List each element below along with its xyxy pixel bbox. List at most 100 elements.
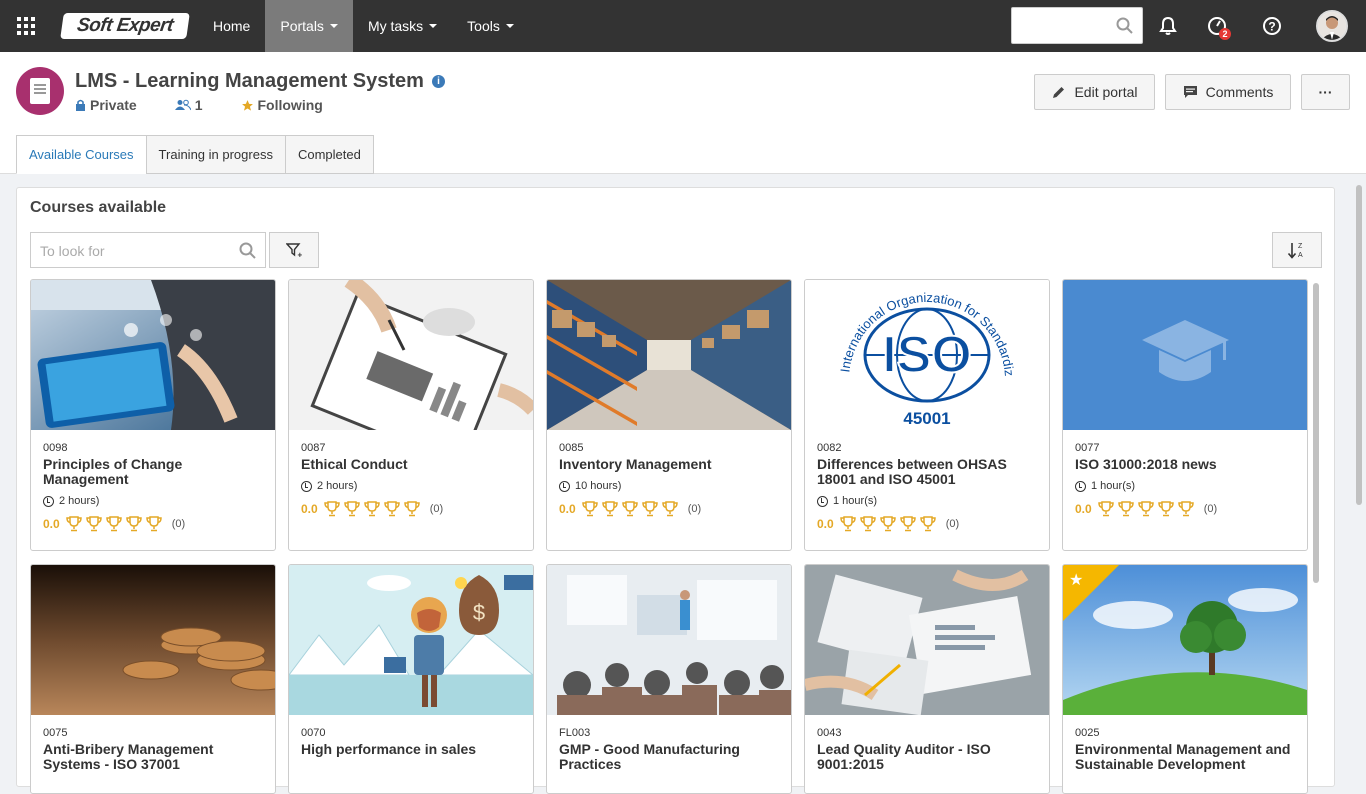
trophy-icon[interactable] bbox=[125, 516, 143, 532]
course-card[interactable]: ★ 0025 Environmental Management and Sust… bbox=[1062, 564, 1308, 794]
duration-text: 1 hour(s) bbox=[1091, 480, 1136, 492]
edit-portal-label: Edit portal bbox=[1074, 84, 1138, 100]
course-thumbnail[interactable] bbox=[805, 565, 1049, 715]
trophy-icon[interactable] bbox=[919, 516, 937, 532]
filter-icon: + bbox=[286, 243, 302, 258]
trophy-icon[interactable] bbox=[145, 516, 163, 532]
comments-button[interactable]: Comments bbox=[1165, 74, 1291, 110]
course-title[interactable]: Principles of Change Management bbox=[43, 457, 263, 487]
trophy-icon[interactable] bbox=[383, 501, 401, 517]
help-icon[interactable]: ? bbox=[1260, 14, 1284, 38]
rating-score: 0.0 bbox=[1075, 502, 1092, 516]
trophy-icon[interactable] bbox=[105, 516, 123, 532]
trophy-icon[interactable] bbox=[899, 516, 917, 532]
apps-grid-icon[interactable] bbox=[0, 0, 52, 52]
course-thumbnail[interactable] bbox=[547, 280, 791, 430]
course-card[interactable]: 0098 Principles of Change Management 2 h… bbox=[30, 279, 276, 551]
trophy-icon[interactable] bbox=[859, 516, 877, 532]
course-card[interactable]: 0075 Anti-Bribery Management Systems - I… bbox=[30, 564, 276, 794]
trophy-icon[interactable] bbox=[65, 516, 83, 532]
nav-my-tasks-label: My tasks bbox=[367, 18, 424, 34]
user-avatar[interactable] bbox=[1316, 10, 1348, 42]
cards-scrollbar[interactable] bbox=[1313, 281, 1319, 583]
course-thumbnail[interactable] bbox=[31, 565, 275, 715]
course-card[interactable]: 0085 Inventory Management 10 hours) 0.0 … bbox=[546, 279, 792, 551]
tab-available-courses[interactable]: Available Courses bbox=[16, 135, 147, 174]
course-title[interactable]: ISO 31000:2018 news bbox=[1075, 457, 1295, 472]
course-title[interactable]: Differences between OHSAS 18001 and ISO … bbox=[817, 457, 1037, 487]
course-code: 0085 bbox=[559, 442, 584, 454]
more-options-button[interactable]: ··· bbox=[1301, 74, 1350, 110]
favorite-star-icon[interactable]: ★ bbox=[1069, 570, 1083, 590]
lock-icon bbox=[76, 99, 85, 111]
softexpert-logo[interactable]: Soft Expert bbox=[60, 13, 190, 39]
course-thumbnail[interactable]: International Organization for Standardi… bbox=[805, 280, 1049, 430]
portal-title-text: LMS - Learning Management System bbox=[75, 70, 424, 92]
course-code: 0082 bbox=[817, 442, 842, 454]
course-card[interactable]: 0087 Ethical Conduct 2 hours) 0.0 (0) bbox=[288, 279, 534, 551]
iso-number-text: 45001 bbox=[903, 409, 950, 428]
tab-training-in-progress[interactable]: Training in progress bbox=[145, 135, 286, 174]
global-search-input[interactable] bbox=[1011, 7, 1143, 44]
cards-scrollbar-thumb[interactable] bbox=[1313, 283, 1319, 583]
course-thumbnail[interactable] bbox=[547, 565, 791, 715]
course-thumbnail[interactable]: $ bbox=[289, 565, 533, 715]
course-search-input[interactable]: To look for bbox=[30, 232, 266, 268]
trophy-icon[interactable] bbox=[1137, 501, 1155, 517]
clock-icon bbox=[817, 495, 828, 507]
course-card[interactable]: $ 0070 High performance in sales bbox=[288, 564, 534, 794]
nav-tools[interactable]: Tools bbox=[452, 0, 529, 52]
nav-portals[interactable]: Portals bbox=[265, 0, 353, 52]
portal-document-icon bbox=[16, 67, 64, 115]
course-code: 0043 bbox=[817, 727, 842, 739]
course-thumbnail[interactable]: ★ bbox=[1063, 565, 1307, 715]
trophy-icon[interactable] bbox=[323, 501, 341, 517]
page-scrollbar[interactable] bbox=[1356, 185, 1362, 505]
course-code: 0098 bbox=[43, 442, 68, 454]
course-title[interactable]: High performance in sales bbox=[301, 742, 521, 757]
trophy-icon[interactable] bbox=[621, 501, 639, 517]
members-indicator[interactable]: 1 bbox=[174, 97, 203, 113]
portal-tabs: Available Courses Training in progress C… bbox=[16, 135, 374, 174]
trophy-icon[interactable] bbox=[641, 501, 659, 517]
search-icon[interactable] bbox=[1116, 17, 1134, 35]
trophy-icon[interactable] bbox=[839, 516, 857, 532]
course-card[interactable]: 0077 ISO 31000:2018 news 1 hour(s) 0.0 (… bbox=[1062, 279, 1308, 551]
trophy-icon[interactable] bbox=[403, 501, 421, 517]
nav-my-tasks[interactable]: My tasks bbox=[353, 0, 452, 52]
info-icon[interactable]: i bbox=[431, 75, 445, 88]
course-card[interactable]: FL003 GMP - Good Manufacturing Practices bbox=[546, 564, 792, 794]
course-thumbnail[interactable] bbox=[289, 280, 533, 430]
iso-logo-text: ISO bbox=[882, 326, 972, 384]
privacy-indicator: Private bbox=[75, 97, 137, 113]
course-card[interactable]: 0043 Lead Quality Auditor - ISO 9001:201… bbox=[804, 564, 1050, 794]
speedometer-icon[interactable]: 2 bbox=[1205, 14, 1231, 40]
tab-completed[interactable]: Completed bbox=[284, 135, 374, 174]
course-title[interactable]: Ethical Conduct bbox=[301, 457, 521, 472]
trophy-icon[interactable] bbox=[581, 501, 599, 517]
svg-text:Z: Z bbox=[1298, 243, 1303, 250]
trophy-icon[interactable] bbox=[1097, 501, 1115, 517]
following-indicator[interactable]: Following bbox=[241, 97, 323, 113]
filter-button[interactable]: + bbox=[269, 232, 319, 268]
trophy-icon[interactable] bbox=[363, 501, 381, 517]
trophy-icon[interactable] bbox=[601, 501, 619, 517]
course-code: 0087 bbox=[301, 442, 326, 454]
nav-home[interactable]: Home bbox=[198, 0, 265, 52]
more-options-label: ··· bbox=[1318, 84, 1333, 100]
course-thumbnail[interactable] bbox=[1063, 280, 1307, 430]
course-thumbnail[interactable] bbox=[31, 280, 275, 430]
trophy-icon[interactable] bbox=[343, 501, 361, 517]
sort-button[interactable]: ZA bbox=[1272, 232, 1322, 268]
course-title[interactable]: Inventory Management bbox=[559, 457, 779, 472]
search-icon[interactable] bbox=[239, 242, 257, 260]
trophy-icon[interactable] bbox=[1157, 501, 1175, 517]
edit-portal-button[interactable]: Edit portal bbox=[1034, 74, 1155, 110]
trophy-icon[interactable] bbox=[661, 501, 679, 517]
bell-icon[interactable] bbox=[1156, 14, 1180, 38]
trophy-icon[interactable] bbox=[85, 516, 103, 532]
trophy-icon[interactable] bbox=[1177, 501, 1195, 517]
course-card[interactable]: International Organization for Standardi… bbox=[804, 279, 1050, 551]
trophy-icon[interactable] bbox=[1117, 501, 1135, 517]
trophy-icon[interactable] bbox=[879, 516, 897, 532]
